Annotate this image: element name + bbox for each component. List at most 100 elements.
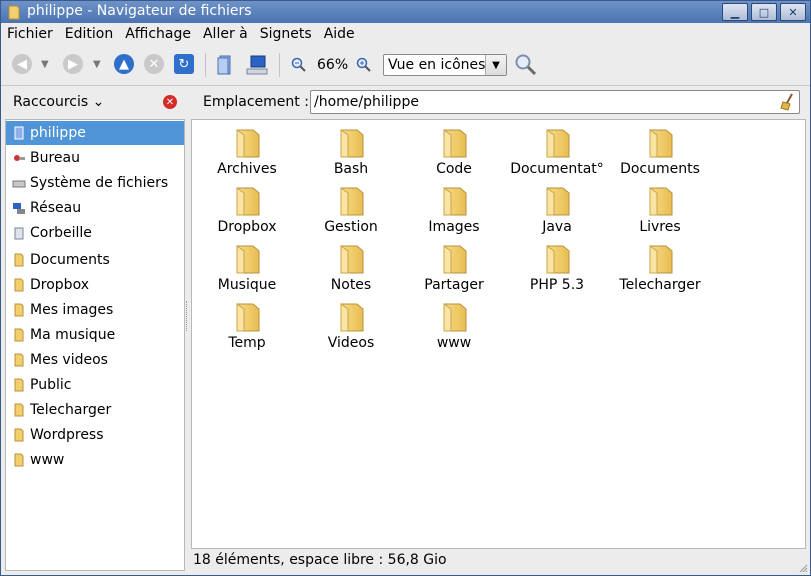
- forward-icon[interactable]: ▶: [63, 54, 83, 74]
- file-item[interactable]: Documentat°: [505, 123, 609, 179]
- resize-grip-icon[interactable]: [798, 563, 808, 573]
- folder-icon: [546, 187, 570, 216]
- menu-bar: Fichier Edition Affichage Aller à Signet…: [1, 23, 810, 45]
- sidebar-item-public[interactable]: Public: [6, 373, 184, 397]
- title-bar[interactable]: philippe - Navigateur de fichiers ▁ □ ✕: [1, 1, 810, 23]
- file-item[interactable]: Java: [505, 181, 609, 237]
- sidebar-item-ma-musique[interactable]: Ma musique: [6, 323, 184, 347]
- clear-location-icon[interactable]: [780, 93, 796, 111]
- sidebar-item-label: Ma musique: [30, 327, 116, 343]
- sidebar-item-label: Wordpress: [30, 427, 104, 443]
- close-button[interactable]: ✕: [780, 3, 806, 21]
- file-name: Java: [542, 219, 572, 235]
- chevron-down-icon: ⌄: [92, 94, 105, 110]
- location-row: Raccourcis ⌄ ✕ Emplacement : /home/phili…: [1, 86, 810, 118]
- sidebar-item-mes-images[interactable]: Mes images: [6, 298, 184, 322]
- folder-icon: [12, 453, 26, 467]
- up-icon[interactable]: ▲: [114, 54, 134, 74]
- file-manager-window: philippe - Navigateur de fichiers ▁ □ ✕ …: [0, 0, 811, 576]
- file-item[interactable]: Dropbox: [195, 181, 299, 237]
- sidebar-item-www[interactable]: www: [6, 448, 184, 472]
- folder-icon: [12, 378, 26, 392]
- folder-icon: [236, 187, 260, 216]
- sidebar-item-label: Mes images: [30, 302, 114, 318]
- chevron-down-icon[interactable]: ▼: [485, 55, 506, 75]
- file-item[interactable]: Images: [402, 181, 506, 237]
- sidebar-item-systeme[interactable]: Système de fichiers: [6, 171, 184, 195]
- back-history-icon[interactable]: ▼: [41, 59, 49, 70]
- toolbar: ◀ ▼ ▶ ▼ ▲ ✕ ↻ 66% Vue en icônes ▼: [1, 45, 810, 86]
- file-item[interactable]: Telecharger: [608, 239, 712, 295]
- back-icon[interactable]: ◀: [12, 54, 32, 74]
- file-item[interactable]: Documents: [608, 123, 712, 179]
- folder-app-icon: [8, 5, 20, 20]
- maximize-button[interactable]: □: [751, 3, 777, 21]
- file-name: Livres: [639, 219, 681, 235]
- file-item[interactable]: Archives: [195, 123, 299, 179]
- folder-icon: [236, 129, 260, 158]
- sidebar-item-reseau[interactable]: Réseau: [6, 196, 184, 220]
- menu-edition[interactable]: Edition: [65, 26, 113, 42]
- sidebar-item-label: www: [30, 452, 65, 468]
- menu-signets[interactable]: Signets: [260, 26, 312, 42]
- sidebar-item-philippe[interactable]: philippe: [6, 121, 184, 145]
- file-name: Videos: [327, 335, 375, 351]
- sidebar-item-label: Dropbox: [30, 277, 89, 293]
- bookmarks-icon[interactable]: [216, 54, 236, 76]
- zoom-in-icon[interactable]: [356, 57, 372, 73]
- file-item[interactable]: Partager: [402, 239, 506, 295]
- menu-fichier[interactable]: Fichier: [7, 26, 53, 42]
- menu-aller[interactable]: Aller à: [203, 26, 248, 42]
- sidebar-item-mes-videos[interactable]: Mes videos: [6, 348, 184, 372]
- folder-icon: [236, 303, 260, 332]
- search-icon[interactable]: [514, 53, 538, 77]
- minimize-button[interactable]: ▁: [722, 3, 748, 21]
- forward-history-icon[interactable]: ▼: [93, 59, 101, 70]
- file-name: Archives: [217, 161, 277, 177]
- file-item[interactable]: Gestion: [299, 181, 403, 237]
- file-item[interactable]: Bash: [299, 123, 403, 179]
- sidebar-item-label: Documents: [30, 252, 110, 268]
- stop-icon[interactable]: ✕: [144, 54, 164, 74]
- file-item[interactable]: www: [402, 297, 506, 353]
- file-item[interactable]: Temp: [195, 297, 299, 353]
- folder-icon: [340, 129, 364, 158]
- file-item[interactable]: Musique: [195, 239, 299, 295]
- location-path: /home/philippe: [314, 94, 419, 110]
- computer-icon[interactable]: [245, 54, 269, 76]
- folder-icon: [236, 245, 260, 274]
- sidebar-item-bureau[interactable]: Bureau: [6, 146, 184, 170]
- sidebar-item-label: Bureau: [30, 150, 80, 166]
- menu-aide[interactable]: Aide: [324, 26, 355, 42]
- folder-icon: [443, 303, 467, 332]
- sidebar-item-wordpress[interactable]: Wordpress: [6, 423, 184, 447]
- sidebar-item-telecharger[interactable]: Telecharger: [6, 398, 184, 422]
- zoom-out-icon[interactable]: [291, 57, 307, 73]
- folder-icon: [340, 245, 364, 274]
- sidebar-item-label: Telecharger: [30, 402, 112, 418]
- sidebar-item-label: philippe: [30, 125, 86, 141]
- sidebar-item-dropbox[interactable]: Dropbox: [6, 273, 184, 297]
- shortcuts-dropdown[interactable]: Raccourcis ⌄: [13, 94, 104, 110]
- file-item[interactable]: Livres: [608, 181, 712, 237]
- view-mode-select[interactable]: Vue en icônes ▼: [383, 54, 507, 76]
- location-input[interactable]: /home/philippe: [310, 90, 800, 114]
- file-name: Images: [428, 219, 480, 235]
- folder-icon: [443, 129, 467, 158]
- file-item[interactable]: PHP 5.3: [505, 239, 609, 295]
- window-title: philippe - Navigateur de fichiers: [27, 3, 252, 19]
- sidebar-item-documents[interactable]: Documents: [6, 248, 184, 272]
- file-name: Partager: [424, 277, 484, 293]
- file-item[interactable]: Code: [402, 123, 506, 179]
- reload-icon[interactable]: ↻: [174, 54, 194, 74]
- folder-icon: [12, 328, 26, 342]
- location-label: Emplacement :: [203, 94, 309, 110]
- folder-icon: [12, 353, 26, 367]
- menu-affichage[interactable]: Affichage: [125, 26, 191, 42]
- file-item[interactable]: Notes: [299, 239, 403, 295]
- sidebar-item-corbeille[interactable]: Corbeille: [6, 221, 184, 245]
- file-name: www: [436, 335, 472, 351]
- file-item[interactable]: Videos: [299, 297, 403, 353]
- close-sidebar-icon[interactable]: ✕: [163, 95, 177, 109]
- folder-icon: [12, 253, 26, 267]
